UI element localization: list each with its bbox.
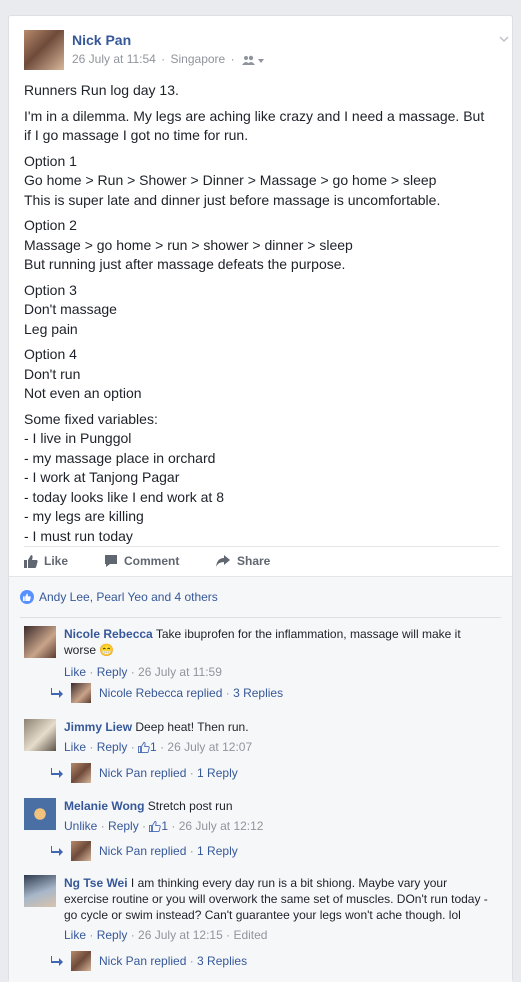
comment-time[interactable]: 26 July at 12:07 (167, 740, 252, 754)
speech-bubble-icon (105, 555, 117, 567)
friends-icon[interactable] (241, 55, 264, 65)
comment-like-count[interactable]: 1 (161, 819, 168, 833)
replied-by[interactable]: Nick Pan replied (99, 766, 186, 780)
comment-text: Deep heat! Then run. (135, 720, 249, 734)
replies-link[interactable]: Nick Pan replied · 3 Replies (51, 951, 247, 971)
like-badge-icon (20, 590, 34, 604)
reply-arrow-icon (51, 768, 63, 778)
post-actions: Like Comment Share (24, 547, 499, 577)
emoji-grin-icon: 😁 (99, 643, 115, 657)
comment-edited[interactable]: Edited (233, 928, 267, 942)
post-body: Runners Run log day 13. I'm in a dilemma… (24, 81, 499, 552)
commenter-name[interactable]: Ng Tse Wei (64, 876, 128, 890)
comment-like-link[interactable]: Like (64, 928, 86, 942)
replies-count[interactable]: 1 Reply (197, 844, 238, 858)
comment-like-count[interactable]: 1 (150, 740, 157, 754)
comment-meta: Like · Reply · 26 July at 12:15 · Edited (64, 928, 268, 942)
comment-button[interactable]: Comment (104, 554, 179, 568)
post-paragraph: Option 2 Massage > go home > run > showe… (24, 217, 353, 272)
comment-text: Stretch post run (147, 799, 233, 813)
comment-body: Jimmy Liew Deep heat! Then run. Like · R… (64, 719, 494, 755)
comment-meta: Like · Reply · 1 · 26 July at 12:07 (64, 740, 253, 754)
replier-avatar (71, 951, 91, 971)
post-header: Nick Pan 26 July at 11:54 · Singapore · (24, 30, 509, 70)
replier-avatar (71, 763, 91, 783)
post-card: Nick Pan 26 July at 11:54 · Singapore · … (8, 15, 513, 982)
comment-meta: Like · Reply · 26 July at 11:59 (64, 665, 222, 679)
like-label: Like (44, 554, 69, 568)
post-paragraph: Option 3 Don't massage Leg pain (24, 281, 117, 337)
replies-count[interactable]: 3 Replies (197, 954, 247, 968)
commenter-name[interactable]: Nicole Rebecca (64, 627, 153, 641)
likes-text[interactable]: Andy Lee, Pearl Yeo and 4 others (39, 590, 218, 604)
comment-text: I am thinking every day run is a bit shi… (64, 876, 488, 922)
comment-reply-link[interactable]: Reply (97, 740, 128, 754)
like-button[interactable]: Like (24, 554, 68, 568)
thumbs-up-icon (24, 555, 38, 568)
thumbs-up-icon (138, 741, 150, 753)
replied-by[interactable]: Nicole Rebecca replied (99, 686, 222, 700)
replier-avatar (71, 683, 91, 703)
post-paragraph: Option 4 Don't run Not even an option (24, 346, 142, 401)
commenter-avatar[interactable] (24, 719, 56, 751)
likes-summary[interactable]: Andy Lee, Pearl Yeo and 4 others (20, 590, 218, 604)
post-paragraph: Runners Run log day 13. (24, 82, 179, 98)
share-label: Share (237, 554, 271, 568)
comment-meta: Unlike · Reply · 1 · 26 July at 12:12 (64, 819, 264, 833)
comment-body: Ng Tse Wei I am thinking every day run i… (64, 875, 494, 943)
author-avatar[interactable] (24, 30, 64, 70)
comment-reply-link[interactable]: Reply (108, 819, 139, 833)
thumbs-up-icon (149, 820, 162, 832)
comment-time[interactable]: 26 July at 12:15 (138, 928, 223, 942)
reply-arrow-icon (51, 956, 63, 966)
commenter-avatar[interactable] (24, 626, 56, 658)
comment-body: Melanie Wong Stretch post run Unlike · R… (64, 798, 494, 834)
comment-reply-link[interactable]: Reply (97, 928, 128, 942)
comments-section: Andy Lee, Pearl Yeo and 4 others Nicole … (9, 576, 512, 982)
post-date[interactable]: 26 July at 11:54 (72, 52, 156, 66)
share-button[interactable]: Share (215, 554, 270, 568)
replies-link[interactable]: Nick Pan replied · 1 Reply (51, 763, 238, 783)
commenter-name[interactable]: Melanie Wong (64, 799, 144, 813)
comment-time[interactable]: 26 July at 11:59 (138, 665, 222, 679)
reply-arrow-icon (51, 846, 63, 856)
comment-reply-link[interactable]: Reply (97, 665, 128, 679)
replies-count[interactable]: 1 Reply (197, 766, 238, 780)
replies-link[interactable]: Nicole Rebecca replied · 3 Replies (51, 683, 283, 703)
comment-like-link[interactable]: Like (64, 665, 86, 679)
replies-count[interactable]: 3 Replies (233, 686, 283, 700)
replied-by[interactable]: Nick Pan replied (99, 844, 186, 858)
comment-unlike-link[interactable]: Unlike (64, 819, 97, 833)
replied-by[interactable]: Nick Pan replied (99, 954, 186, 968)
post-paragraph: I'm in a dilemma. My legs are aching lik… (24, 107, 485, 144)
author-name[interactable]: Nick Pan (72, 32, 131, 48)
commenter-avatar[interactable] (24, 875, 56, 907)
comment-label: Comment (124, 554, 180, 568)
post-paragraph: Option 1 Go home > Run > Shower > Dinner… (24, 152, 441, 208)
post-paragraph: Some fixed variables: - I live in Punggo… (24, 410, 224, 544)
reply-arrow-icon (51, 688, 63, 698)
replier-avatar (71, 841, 91, 861)
post-location[interactable]: Singapore (171, 52, 226, 66)
share-arrow-icon (216, 555, 230, 567)
commenter-name[interactable]: Jimmy Liew (64, 720, 132, 734)
post-meta: 26 July at 11:54 · Singapore · (72, 52, 264, 66)
replies-link[interactable]: Nick Pan replied · 1 Reply (51, 841, 238, 861)
comment-body: Nicole Rebecca Take ibuprofen for the in… (64, 626, 494, 680)
comment-like-link[interactable]: Like (64, 740, 86, 754)
chevron-down-icon[interactable] (498, 33, 510, 45)
commenter-avatar[interactable] (24, 798, 56, 830)
comment-time[interactable]: 26 July at 12:12 (179, 819, 264, 833)
likes-divider (20, 617, 501, 618)
